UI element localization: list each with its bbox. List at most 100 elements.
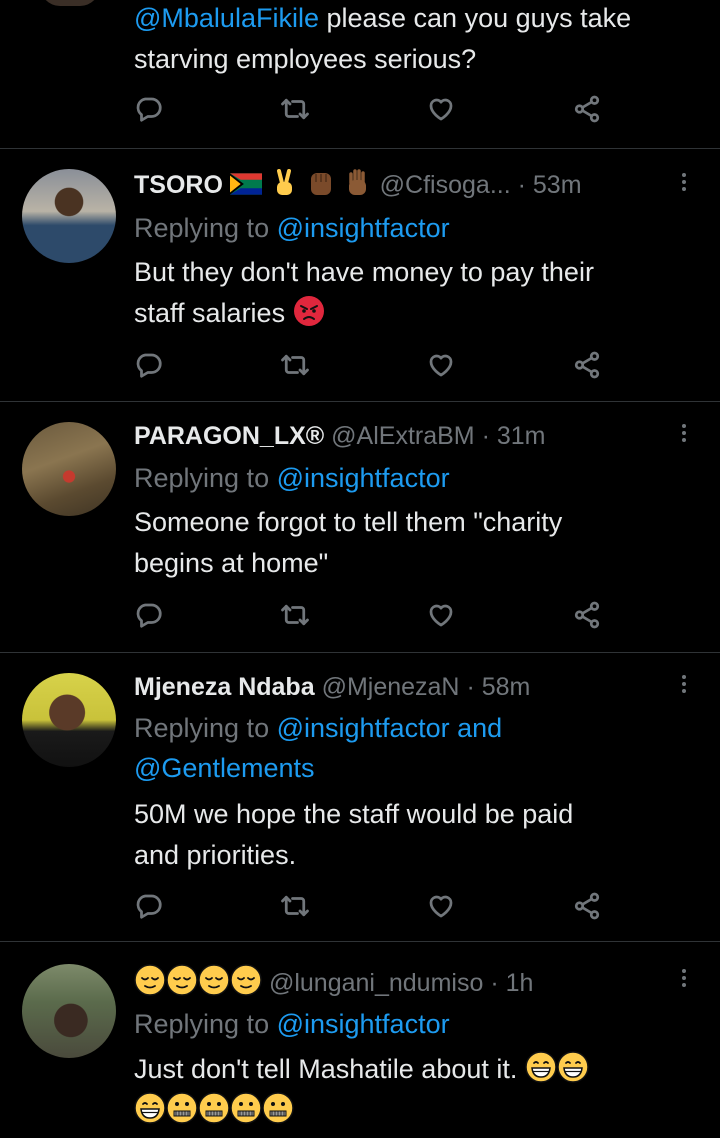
share-button[interactable] xyxy=(572,600,604,632)
tweet-text: Just don't tell Mashatile about it. xyxy=(134,1049,694,1131)
retweet-icon xyxy=(280,600,310,630)
reply-button[interactable] xyxy=(134,891,166,923)
tweet-text-line1: Someone forgot to tell them "charity xyxy=(134,507,563,537)
south-africa-flag-icon xyxy=(229,173,262,195)
tweet-header: @lungani_ndumiso · 1h xyxy=(134,964,533,1000)
reply-mention-link[interactable]: @insightfactor xyxy=(277,463,450,493)
tweet[interactable]: PARAGON_LX® @AlExtraBM · 31m Replying to… xyxy=(0,402,720,652)
action-bar xyxy=(0,600,720,640)
display-name[interactable]: TSORO xyxy=(134,171,223,199)
tweet-text-line1: Just don't tell Mashatile about it. xyxy=(134,1054,518,1084)
display-name[interactable] xyxy=(134,969,269,997)
tweet-text-line2: staff salaries xyxy=(134,298,286,328)
timestamp[interactable]: · 31m xyxy=(482,422,546,450)
heart-icon xyxy=(426,891,456,921)
grinning-face-icon xyxy=(557,1051,589,1083)
tweet-text-line1: please can you guys take xyxy=(318,3,632,33)
timestamp[interactable]: · 58m xyxy=(466,673,530,701)
tweet-partial[interactable]: @MbalulaFikile please can you guys take … xyxy=(0,0,720,148)
like-button[interactable] xyxy=(426,94,458,126)
zipper-mouth-face-icon xyxy=(262,1092,294,1124)
relieved-face-icon xyxy=(230,964,262,996)
action-bar xyxy=(0,891,720,931)
retweet-icon xyxy=(280,94,310,124)
tweet-text-line1: 50M we hope the staff would be paid xyxy=(134,799,574,829)
retweet-button[interactable] xyxy=(280,600,312,632)
replying-to: Replying to @insightfactor xyxy=(134,208,450,248)
timestamp[interactable]: · 1h xyxy=(490,969,533,997)
like-button[interactable] xyxy=(426,600,458,632)
retweet-button[interactable] xyxy=(280,94,312,126)
tweet-text: 50M we hope the staff would be paid and … xyxy=(134,794,694,876)
retweet-button[interactable] xyxy=(280,350,312,382)
tweet-header: TSORO @Cfisoga... · 53m xyxy=(134,167,582,203)
relieved-face-icon xyxy=(198,964,230,996)
avatar[interactable] xyxy=(40,0,100,6)
tweet-text: But they don't have money to pay their s… xyxy=(134,252,694,334)
tweet-text: @MbalulaFikile please can you guys take … xyxy=(134,0,694,80)
share-icon xyxy=(572,94,602,124)
heart-icon xyxy=(426,94,456,124)
tweet-header: PARAGON_LX® @AlExtraBM · 31m xyxy=(134,418,545,454)
handle[interactable]: @lungani_ndumiso xyxy=(269,969,483,997)
like-button[interactable] xyxy=(426,350,458,382)
reply-icon xyxy=(134,891,164,921)
heart-icon xyxy=(426,350,456,380)
retweet-button[interactable] xyxy=(280,891,312,923)
replying-label: Replying to xyxy=(134,1009,277,1039)
timestamp[interactable]: · 53m xyxy=(518,171,582,199)
grinning-face-icon xyxy=(525,1051,557,1083)
reply-mention-link[interactable]: @insightfactor xyxy=(277,213,450,243)
more-options-button[interactable] xyxy=(676,672,692,702)
tweet[interactable]: @lungani_ndumiso · 1h Replying to @insig… xyxy=(0,942,720,1138)
tweet-text-line2: starving employees serious? xyxy=(134,44,477,74)
avatar[interactable] xyxy=(22,422,116,516)
reply-icon xyxy=(134,350,164,380)
avatar[interactable] xyxy=(22,673,116,767)
more-options-button[interactable] xyxy=(676,966,692,996)
reply-icon xyxy=(134,600,164,630)
tweet[interactable]: Mjeneza Ndaba @MjenezaN · 58m Replying t… xyxy=(0,653,720,941)
reply-button[interactable] xyxy=(134,350,166,382)
mention-link[interactable]: @MbalulaFikile xyxy=(134,3,319,33)
retweet-icon xyxy=(280,350,310,380)
raised-hand-icon xyxy=(348,169,366,195)
handle[interactable]: @Cfisoga... xyxy=(380,171,511,199)
tweet-header: Mjeneza Ndaba @MjenezaN · 58m xyxy=(134,669,530,705)
grinning-face-icon xyxy=(134,1092,166,1124)
replying-to: Replying to @insightfactor and @Gentleme… xyxy=(134,708,502,788)
zipper-mouth-face-icon xyxy=(198,1092,230,1124)
tweet[interactable]: TSORO @Cfisoga... · 53m Replying to @ins… xyxy=(0,149,720,401)
like-button[interactable] xyxy=(426,891,458,923)
share-button[interactable] xyxy=(572,94,604,126)
share-icon xyxy=(572,891,602,921)
more-options-button[interactable] xyxy=(676,170,692,200)
avatar[interactable] xyxy=(22,169,116,263)
zipper-mouth-face-icon xyxy=(166,1092,198,1124)
reply-mention-link[interactable]: @insightfactor xyxy=(277,1009,450,1039)
share-button[interactable] xyxy=(572,350,604,382)
more-options-button[interactable] xyxy=(676,421,692,451)
retweet-icon xyxy=(280,891,310,921)
replying-label: Replying to xyxy=(134,463,277,493)
replying-label: Replying to xyxy=(134,213,277,243)
replying-to: Replying to @insightfactor xyxy=(134,458,450,498)
relieved-face-icon xyxy=(134,964,166,996)
pouting-face-icon xyxy=(293,295,325,327)
avatar[interactable] xyxy=(22,964,116,1058)
reply-mention-link[interactable]: @insightfactor and xyxy=(277,713,503,743)
reply-button[interactable] xyxy=(134,600,166,632)
display-name[interactable]: PARAGON_LX® xyxy=(134,422,324,450)
reply-button[interactable] xyxy=(134,94,166,126)
replying-label: Replying to xyxy=(134,713,277,743)
raised-fist-icon xyxy=(310,173,331,195)
action-bar xyxy=(0,350,720,390)
reply-mention-link[interactable]: @Gentlements xyxy=(134,753,314,783)
share-button[interactable] xyxy=(572,891,604,923)
tweet-text-line2: and priorities. xyxy=(134,840,297,870)
handle[interactable]: @AlExtraBM xyxy=(331,422,474,450)
replying-to: Replying to @insightfactor xyxy=(134,1004,450,1044)
display-name[interactable]: Mjeneza Ndaba xyxy=(134,673,315,701)
tweet-text-line2: begins at home" xyxy=(134,548,329,578)
handle[interactable]: @MjenezaN xyxy=(322,673,460,701)
